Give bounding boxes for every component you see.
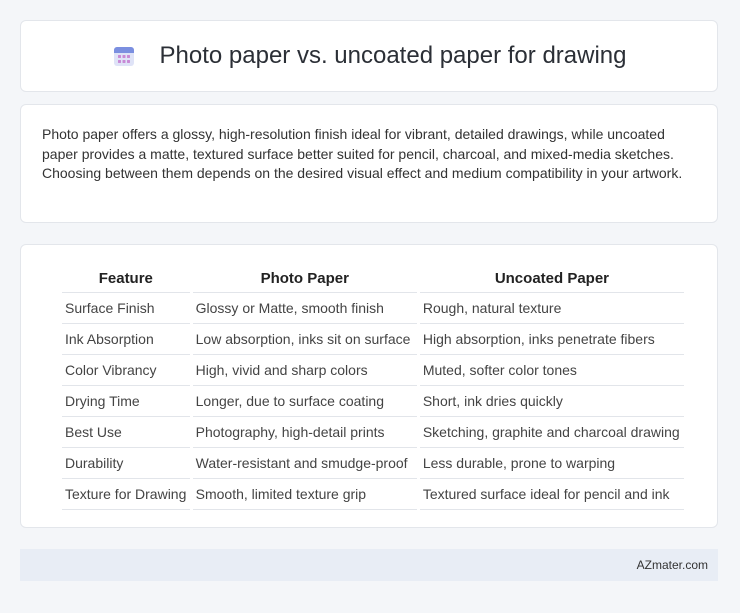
table-cell: Short, ink dries quickly — [419, 386, 684, 417]
table-cell: Best Use — [62, 417, 190, 448]
calendar-icon — [113, 47, 134, 66]
description-card: Photo paper offers a glossy, high-resolu… — [20, 104, 718, 223]
page-title: Photo paper vs. uncoated paper for drawi… — [159, 42, 627, 69]
table-cell: Color Vibrancy — [62, 355, 190, 386]
table-row: Color Vibrancy High, vivid and sharp col… — [62, 355, 684, 386]
table-row: Ink Absorption Low absorption, inks sit … — [62, 324, 684, 355]
table-header-row: Feature Photo Paper Uncoated Paper — [62, 265, 684, 293]
table-row: Durability Water-resistant and smudge-pr… — [62, 448, 684, 479]
description-text: Photo paper offers a glossy, high-resolu… — [42, 126, 683, 181]
table-cell: Less durable, prone to warping — [419, 448, 684, 479]
table-cell: Low absorption, inks sit on surface — [192, 324, 417, 355]
table-cell: Rough, natural texture — [419, 293, 684, 324]
table-cell: Sketching, graphite and charcoal drawing — [419, 417, 684, 448]
table-cell: Muted, softer color tones — [419, 355, 684, 386]
table-cell: Textured surface ideal for pencil and in… — [419, 479, 684, 510]
column-header-feature: Feature — [62, 265, 190, 293]
comparison-card: Feature Photo Paper Uncoated Paper Surfa… — [20, 244, 718, 528]
column-header-uncoated-paper: Uncoated Paper — [419, 265, 684, 293]
table-row: Best Use Photography, high-detail prints… — [62, 417, 684, 448]
table-cell: Glossy or Matte, smooth finish — [192, 293, 417, 324]
table-cell: Ink Absorption — [62, 324, 190, 355]
table-cell: Longer, due to surface coating — [192, 386, 417, 417]
page-title-wrap: Photo paper vs. uncoated paper for drawi… — [112, 42, 627, 70]
table-cell: Drying Time — [62, 386, 190, 417]
comparison-table: Feature Photo Paper Uncoated Paper Surfa… — [59, 265, 687, 510]
title-card: Photo paper vs. uncoated paper for drawi… — [20, 20, 718, 92]
table-cell: Durability — [62, 448, 190, 479]
table-row: Drying Time Longer, due to surface coati… — [62, 386, 684, 417]
table-cell: High, vivid and sharp colors — [192, 355, 417, 386]
table-cell: Texture for Drawing — [62, 479, 190, 510]
footer: AZmater.com — [20, 549, 718, 581]
table-cell: Surface Finish — [62, 293, 190, 324]
table-cell: Water-resistant and smudge-proof — [192, 448, 417, 479]
table-cell: Smooth, limited texture grip — [192, 479, 417, 510]
table-cell: High absorption, inks penetrate fibers — [419, 324, 684, 355]
table-row: Surface Finish Glossy or Matte, smooth f… — [62, 293, 684, 324]
source-label: AZmater.com — [636, 558, 708, 572]
table-row: Texture for Drawing Smooth, limited text… — [62, 479, 684, 510]
table-cell: Photography, high-detail prints — [192, 417, 417, 448]
column-header-photo-paper: Photo Paper — [192, 265, 417, 293]
